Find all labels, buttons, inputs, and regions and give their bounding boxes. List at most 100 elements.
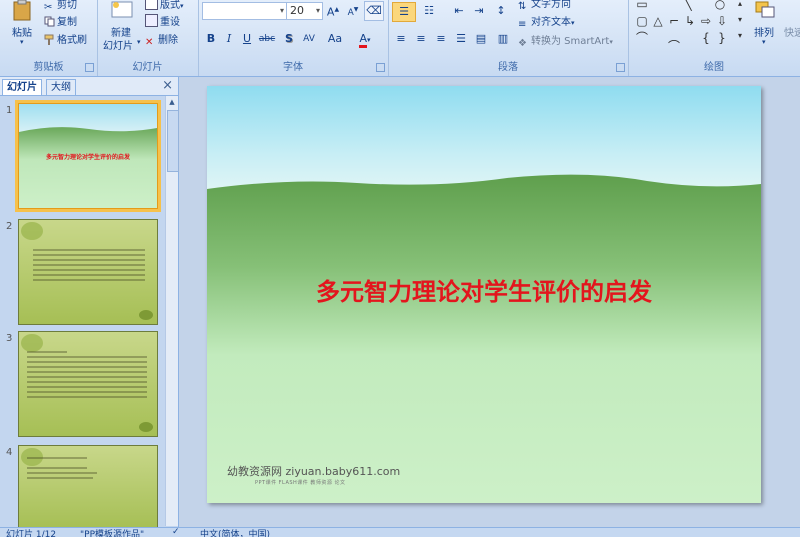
drawing-group: ▭ ╲ ○ ▢ △ ⌐ ↳ ⇨ ⇩ ▴ ▾ ⌒ ︵ { } ▾ 排列 ▾ 快速 … [628, 0, 800, 76]
bullets-icon[interactable]: ☰ [392, 2, 416, 22]
delete-slide-button[interactable]: ✕ 删除 [145, 31, 178, 48]
change-case-button[interactable]: Aa [326, 30, 344, 48]
scissors-icon: ✂ [44, 2, 53, 13]
slide-footer: 幼教资源网 ziyuan.baby611.com [227, 465, 401, 478]
thumbnail-text-block [33, 246, 145, 284]
align-right-icon[interactable]: ≡ [432, 30, 450, 48]
shape-scroll-down-icon[interactable]: ▾ [734, 14, 746, 26]
bold-button[interactable]: B [202, 30, 220, 48]
line-shape-icon[interactable]: ╲ [682, 0, 694, 10]
new-slide-label-2: 幻灯片 [103, 41, 133, 52]
distributed-icon[interactable]: ▤ [472, 30, 490, 48]
cut-button[interactable]: ✂ 剪切 [44, 0, 77, 13]
copy-button[interactable]: 复制 [44, 13, 77, 28]
thumbnail-text-block [27, 348, 147, 401]
font-dialog-launcher[interactable] [376, 63, 385, 72]
align-text-icon: ≡ [518, 19, 527, 30]
increase-indent-icon[interactable]: ⇥ [470, 2, 488, 20]
slide-thumbnail-2[interactable] [18, 219, 158, 325]
leaf-decoration-icon [139, 310, 153, 320]
elbow-arrow-icon[interactable]: ↳ [684, 15, 696, 27]
chevron-down-icon: ▾ [571, 19, 575, 27]
paragraph-dialog-launcher[interactable] [616, 63, 625, 72]
font-name-combo[interactable]: ▾ [202, 2, 287, 20]
align-center-icon[interactable]: ≡ [412, 30, 430, 48]
current-slide[interactable]: 多元智力理论对学生评价的启发 幼教资源网 ziyuan.baby611.com … [207, 86, 761, 503]
text-direction-button[interactable]: ⇅ 文字方向 [518, 0, 571, 12]
clipboard-group-label: 剪贴板 [33, 62, 64, 73]
slide-thumbnail-4[interactable] [18, 445, 158, 529]
arrange-button[interactable]: 排列 ▾ [750, 0, 780, 54]
tab-slides[interactable]: 幻灯片 [2, 79, 42, 95]
decrease-indent-icon[interactable]: ⇤ [450, 2, 468, 20]
brush-icon [44, 34, 54, 45]
arrow-right-shape-icon[interactable]: ⇨ [700, 15, 712, 27]
brace-close-icon[interactable]: } [716, 32, 728, 44]
slide-thumbnail-3[interactable] [18, 331, 158, 437]
line-spacing-icon[interactable]: ↕ [492, 2, 510, 20]
shadow-button[interactable]: S [280, 30, 298, 48]
new-slide-icon [111, 1, 133, 18]
columns-icon[interactable]: ▥ [494, 30, 512, 48]
panel-scrollbar[interactable]: ▲ [165, 96, 179, 526]
tab-outline[interactable]: 大纲 [46, 79, 76, 95]
rect-shape-icon[interactable]: ▢ [636, 15, 648, 27]
shape-scroll-up-icon[interactable]: ▴ [734, 0, 746, 10]
brace-open-icon[interactable]: { [700, 32, 712, 44]
paste-button[interactable]: 粘贴 ▾ [4, 0, 40, 50]
scrollbar-thumb[interactable] [167, 110, 179, 172]
grow-font-button[interactable]: A▲ [324, 1, 342, 19]
slide-thumbnail-1[interactable]: 多元智力理论对学生评价的启发 [15, 100, 161, 212]
quick-styles-label[interactable]: 快速 [784, 24, 800, 39]
reset-icon [145, 14, 158, 27]
font-size-combo[interactable]: 20 ▾ [286, 2, 323, 20]
arc-shape-icon[interactable]: ︵ [668, 32, 680, 44]
shapes-more-icon[interactable]: ▾ [734, 30, 746, 42]
close-icon[interactable]: × [162, 78, 173, 93]
font-color-button[interactable]: A▾ [352, 30, 378, 48]
numbering-icon[interactable]: ☷ [418, 2, 440, 20]
chevron-down-icon: ▾ [20, 38, 24, 46]
italic-button[interactable]: I [220, 30, 238, 48]
font-group: ▾ 20 ▾ A▲ A▼ ⌫ B I U abc S AV Aa A▾ 字体 [198, 0, 389, 76]
align-left-icon[interactable]: ≡ [392, 30, 410, 48]
new-slide-button[interactable]: 新建 幻灯片 ▾ [101, 0, 143, 54]
clear-formatting-icon[interactable]: ⌫ [364, 1, 384, 21]
thumbnail-title: 多元智力理论对学生评价的启发 [45, 154, 130, 161]
rectangle-shape-icon[interactable]: ▭ [636, 0, 648, 10]
thumbnail-number: 4 [6, 447, 13, 458]
character-spacing-button[interactable]: AV [300, 30, 318, 48]
clipboard-dialog-launcher[interactable] [85, 63, 94, 72]
copy-icon [44, 16, 55, 27]
freeform-shape-icon[interactable]: ⌒ [636, 32, 648, 44]
arrow-down-shape-icon[interactable]: ⇩ [716, 15, 728, 27]
layout-button[interactable]: 版式▾ [145, 0, 184, 11]
panel-tabs: 幻灯片 大纲 × [0, 77, 178, 96]
reset-button[interactable]: 重设 [145, 13, 180, 28]
align-text-button[interactable]: ≡ 对齐文本▾ [518, 13, 575, 30]
slide-title[interactable]: 多元智力理论对学生评价的启发 [207, 272, 761, 307]
slide-canvas: 多元智力理论对学生评价的启发 幼教资源网 ziyuan.baby611.com … [179, 77, 800, 527]
oval-shape-icon[interactable]: ○ [714, 0, 726, 10]
triangle-shape-icon[interactable]: △ [652, 15, 664, 27]
paste-label: 粘贴 [12, 28, 32, 39]
leaf-decoration-icon [21, 222, 43, 240]
format-painter-button[interactable]: 格式刷 [44, 31, 87, 46]
slides-group: 新建 幻灯片 ▾ 版式▾ 重设 ✕ 删除 幻灯片 [97, 0, 199, 76]
arrange-icon [755, 1, 775, 18]
thumbnail-number: 1 [6, 105, 13, 116]
font-group-label: 字体 [283, 62, 303, 73]
scroll-up-icon[interactable]: ▲ [166, 96, 178, 108]
slides-group-label: 幻灯片 [132, 62, 163, 73]
strikethrough-button[interactable]: abc [258, 30, 276, 48]
convert-smartart-button[interactable]: ❖ 转换为 SmartArt▾ [518, 32, 613, 49]
justify-icon[interactable]: ☰ [452, 30, 470, 48]
slide-footer-links: PPT课件 FLASH课件 教师资源 论文 [255, 480, 346, 486]
elbow-connector-icon[interactable]: ⌐ [668, 15, 680, 27]
slides-panel: 幻灯片 大纲 × 1 多元智力理论对学生评价的启发 2 3 4 ▲ [0, 77, 179, 529]
chevron-down-icon: ▾ [137, 38, 141, 46]
paragraph-group-label: 段落 [498, 62, 518, 73]
underline-button[interactable]: U [238, 30, 256, 48]
shrink-font-button[interactable]: A▼ [344, 1, 362, 19]
chevron-down-icon: ▾ [180, 2, 184, 10]
